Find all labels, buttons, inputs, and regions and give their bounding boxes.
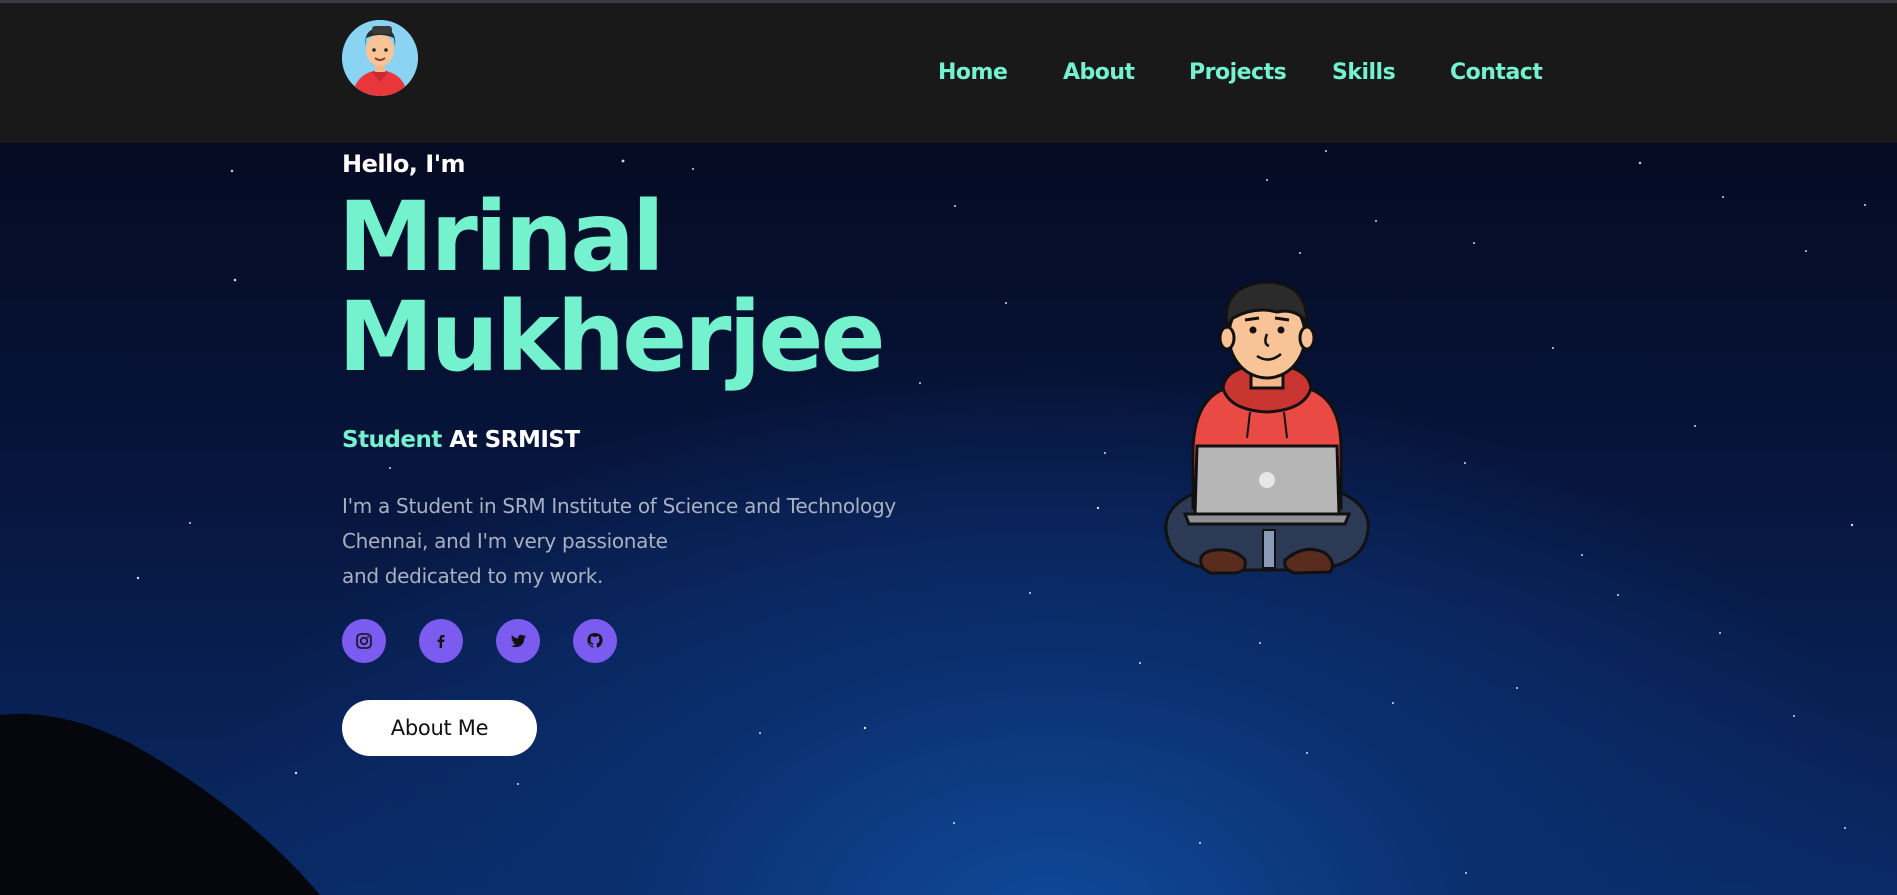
hill-silhouette bbox=[0, 713, 320, 895]
hero-role: Student At SRMIST bbox=[342, 427, 580, 453]
hero-bio: I'm a Student in SRM Institute of Scienc… bbox=[342, 489, 902, 594]
hero-section: Hello, I'm Mrinal Mukherjee Student At S… bbox=[0, 143, 1897, 895]
hero-name-last: Mukherjee bbox=[338, 281, 886, 393]
facebook-icon bbox=[437, 635, 445, 648]
nav-link-projects[interactable]: Projects bbox=[1189, 60, 1287, 85]
github-link[interactable] bbox=[573, 619, 617, 663]
instagram-link[interactable] bbox=[342, 619, 386, 663]
developer-illustration bbox=[1164, 280, 1370, 575]
nav-menu: Home About Projects Skills Contact bbox=[0, 60, 1897, 100]
twitter-icon bbox=[510, 634, 526, 648]
role-rest: At SRMIST bbox=[441, 427, 580, 453]
bio-line: I'm a Student in SRM Institute of Scienc… bbox=[342, 494, 896, 518]
nav-link-contact[interactable]: Contact bbox=[1450, 60, 1543, 85]
bio-line: and dedicated to my work. bbox=[342, 564, 604, 588]
about-me-button[interactable]: About Me bbox=[342, 700, 537, 756]
twitter-link[interactable] bbox=[496, 619, 540, 663]
role-highlight: Student bbox=[342, 427, 442, 453]
hero-greeting: Hello, I'm bbox=[342, 150, 466, 178]
hero-name: Mrinal Mukherjee bbox=[338, 181, 886, 393]
nav-link-about[interactable]: About bbox=[1063, 60, 1135, 85]
github-icon bbox=[587, 633, 603, 648]
hero-name-first: Mrinal bbox=[338, 181, 665, 293]
nav-link-skills[interactable]: Skills bbox=[1332, 60, 1396, 85]
facebook-link[interactable] bbox=[419, 619, 463, 663]
instagram-icon bbox=[356, 633, 372, 649]
nav-link-home[interactable]: Home bbox=[938, 60, 1008, 85]
navbar: Home About Projects Skills Contact bbox=[0, 3, 1897, 143]
bio-line: Chennai, and I'm very passionate bbox=[342, 529, 668, 553]
